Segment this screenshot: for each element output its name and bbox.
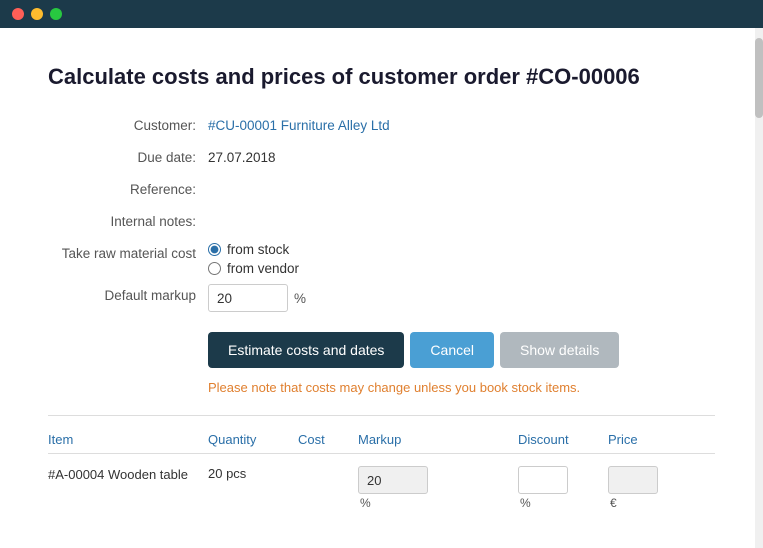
discount-value-input[interactable] (518, 466, 568, 494)
from-vendor-radio[interactable] (208, 262, 221, 275)
scrollbar[interactable] (755, 28, 763, 548)
due-date-label: Due date: (48, 146, 208, 170)
default-markup-row: Default markup % (48, 284, 715, 312)
notice-text: Please note that costs may change unless… (208, 380, 715, 395)
markup-unit-label: % (360, 496, 518, 510)
reference-row: Reference: (48, 178, 715, 202)
from-vendor-option[interactable]: from vendor (208, 261, 299, 276)
due-date-value: 27.07.2018 (208, 146, 276, 170)
customer-label: Customer: (48, 114, 208, 138)
items-table: Item Quantity Cost Markup Discount Price… (48, 415, 715, 518)
from-stock-option[interactable]: from stock (208, 242, 299, 257)
minimize-button[interactable] (31, 8, 43, 20)
col-header-item: Item (48, 432, 208, 447)
estimate-button[interactable]: Estimate costs and dates (208, 332, 404, 368)
raw-material-radio-group: from stock from vendor (208, 242, 299, 276)
markup-input-row: % (208, 284, 306, 312)
default-markup-label: Default markup (48, 284, 208, 308)
discount-unit-label: % (520, 496, 608, 510)
from-stock-label: from stock (227, 242, 289, 257)
cell-discount: % (518, 466, 608, 510)
default-markup-input[interactable] (208, 284, 288, 312)
internal-notes-label: Internal notes: (48, 210, 208, 234)
show-details-button[interactable]: Show details (500, 332, 619, 368)
scrollbar-thumb[interactable] (755, 38, 763, 118)
cancel-button[interactable]: Cancel (410, 332, 494, 368)
cell-price: € (608, 466, 668, 510)
table-row: #A-00004 Wooden table 20 pcs % % (48, 458, 715, 518)
price-unit-label: € (610, 496, 668, 510)
raw-material-row: Take raw material cost from stock from v… (48, 242, 715, 276)
action-buttons: Estimate costs and dates Cancel Show det… (208, 332, 715, 368)
close-button[interactable] (12, 8, 24, 20)
col-header-discount: Discount (518, 432, 608, 447)
markup-unit: % (294, 291, 306, 306)
col-header-markup: Markup (358, 432, 518, 447)
from-vendor-label: from vendor (227, 261, 299, 276)
customer-value: #CU-00001 Furniture Alley Ltd (208, 114, 390, 138)
reference-label: Reference: (48, 178, 208, 202)
col-header-quantity: Quantity (208, 432, 298, 447)
titlebar (0, 0, 763, 28)
customer-row: Customer: #CU-00001 Furniture Alley Ltd (48, 114, 715, 138)
price-value-input[interactable] (608, 466, 658, 494)
cell-item-name: #A-00004 Wooden table (48, 466, 208, 484)
main-content: Calculate costs and prices of customer o… (0, 28, 763, 548)
maximize-button[interactable] (50, 8, 62, 20)
cell-quantity: 20 pcs (208, 466, 298, 481)
table-header: Item Quantity Cost Markup Discount Price (48, 426, 715, 454)
raw-material-label: Take raw material cost (48, 242, 208, 266)
col-header-cost: Cost (298, 432, 358, 447)
cell-markup: % (358, 466, 518, 510)
markup-value-input[interactable] (358, 466, 428, 494)
from-stock-radio[interactable] (208, 243, 221, 256)
page-title: Calculate costs and prices of customer o… (48, 64, 715, 90)
internal-notes-row: Internal notes: (48, 210, 715, 234)
due-date-row: Due date: 27.07.2018 (48, 146, 715, 170)
col-header-price: Price (608, 432, 668, 447)
form-section: Customer: #CU-00001 Furniture Alley Ltd … (48, 114, 715, 312)
